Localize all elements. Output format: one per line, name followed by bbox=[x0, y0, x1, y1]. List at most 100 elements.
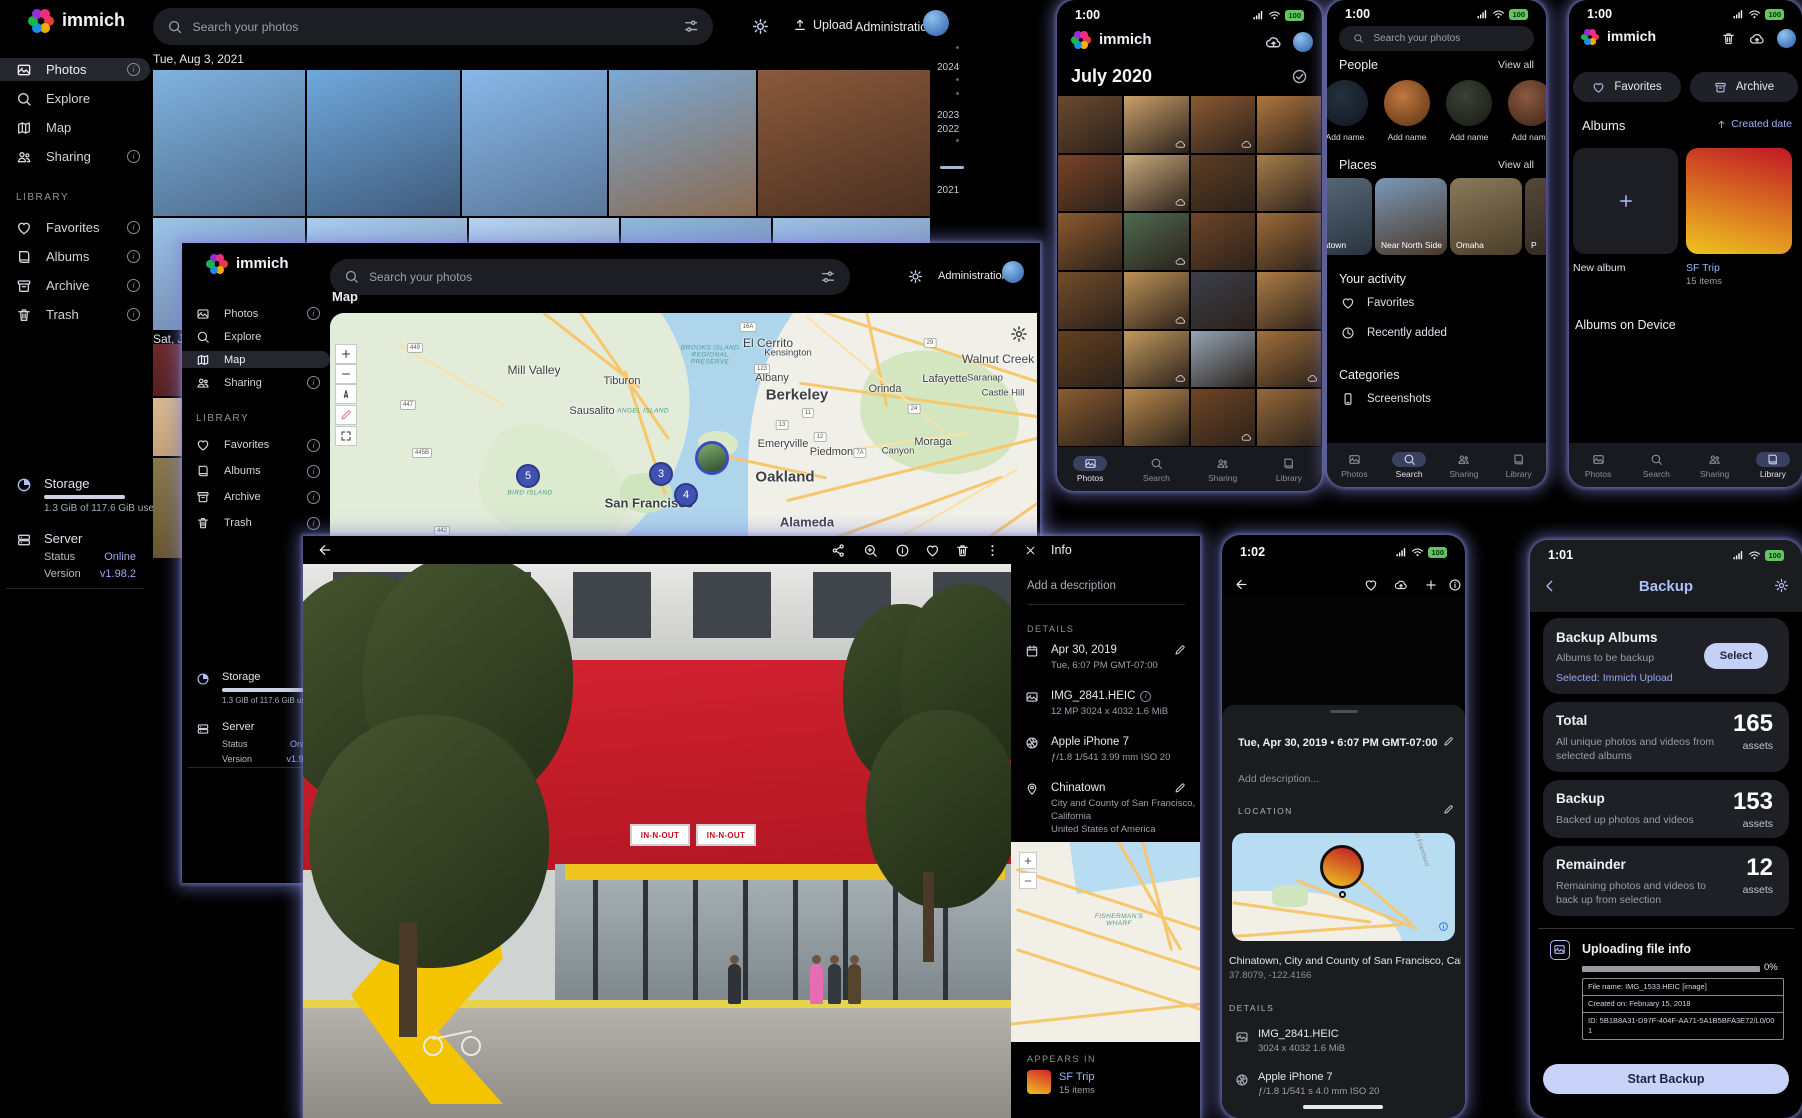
sync-cloud-icon[interactable] bbox=[1749, 31, 1765, 47]
photo-grid-cell[interactable] bbox=[1124, 389, 1188, 446]
sidebar-item-photos[interactable]: Photosi bbox=[182, 305, 330, 322]
activity-item-recent[interactable]: Recently added bbox=[1341, 326, 1447, 340]
nav-sharing[interactable]: Sharing bbox=[1686, 443, 1744, 487]
sidebar-item-albums[interactable]: Albumsi bbox=[0, 245, 150, 268]
person-face-avatar[interactable] bbox=[1384, 80, 1430, 126]
nav-search[interactable]: Search bbox=[1627, 443, 1685, 487]
place-tile[interactable]: P bbox=[1525, 178, 1546, 255]
person-face-avatar[interactable] bbox=[1508, 80, 1546, 126]
add-description-field[interactable]: Add a description bbox=[1027, 580, 1116, 592]
info-map-minus[interactable] bbox=[1019, 872, 1037, 889]
edit-pencil-icon[interactable] bbox=[1174, 644, 1186, 656]
add-name-label[interactable]: Add name bbox=[1327, 132, 1368, 142]
user-avatar[interactable] bbox=[1002, 261, 1024, 283]
photo-grid-cell[interactable] bbox=[1058, 389, 1122, 446]
select-all-check-icon[interactable] bbox=[1291, 68, 1308, 85]
photo-grid-cell[interactable] bbox=[1257, 96, 1321, 153]
sidebar-item-explore[interactable]: Explore bbox=[182, 328, 330, 345]
album-thumb[interactable] bbox=[1027, 1070, 1051, 1094]
nav-search[interactable]: Search bbox=[1382, 443, 1437, 487]
scrubber-handle[interactable] bbox=[940, 166, 964, 169]
dots-icon[interactable] bbox=[985, 543, 1000, 558]
settings-gear-icon[interactable] bbox=[1774, 578, 1789, 593]
map-fullscreen-button[interactable] bbox=[335, 426, 357, 446]
person-face-avatar[interactable] bbox=[1327, 80, 1368, 126]
trash-icon[interactable] bbox=[1721, 31, 1736, 46]
user-avatar[interactable] bbox=[1777, 29, 1796, 48]
user-avatar[interactable] bbox=[923, 10, 949, 36]
photo-grid-cell[interactable] bbox=[1124, 213, 1188, 270]
photo-grid-cell[interactable] bbox=[1191, 272, 1255, 329]
heart-icon[interactable] bbox=[1364, 578, 1378, 592]
photo-grid-cell[interactable] bbox=[1058, 331, 1122, 388]
photo-grid-cell[interactable] bbox=[1124, 272, 1188, 329]
photo-thumbnail[interactable] bbox=[609, 70, 756, 216]
sidebar-item-photos[interactable]: Photosi bbox=[0, 58, 150, 81]
theme-toggle-sun-icon[interactable] bbox=[752, 18, 769, 35]
photo-thumbnail[interactable] bbox=[462, 70, 607, 216]
photo-grid-cell[interactable] bbox=[1058, 155, 1122, 212]
album-name-link[interactable]: SF Trip bbox=[1059, 1071, 1094, 1083]
user-avatar[interactable] bbox=[1293, 32, 1313, 52]
info-icon[interactable] bbox=[1448, 578, 1462, 592]
edit-pencil-icon[interactable] bbox=[1174, 782, 1186, 794]
photo-grid-cell[interactable] bbox=[1191, 213, 1255, 270]
filter-sliders-icon[interactable] bbox=[683, 18, 699, 34]
trash-icon[interactable] bbox=[955, 543, 970, 558]
sidebar-item-albums[interactable]: Albumsi bbox=[182, 461, 330, 481]
administration-link[interactable]: Administration bbox=[938, 270, 1008, 282]
new-album-tile[interactable] bbox=[1573, 148, 1678, 254]
photo-grid-cell[interactable] bbox=[1124, 331, 1188, 388]
photo-grid-cell[interactable] bbox=[1058, 96, 1122, 153]
photo-grid-cell[interactable] bbox=[1058, 213, 1122, 270]
map-compass-button[interactable] bbox=[335, 384, 357, 404]
photo-grid-cell[interactable] bbox=[1058, 272, 1122, 329]
photo-grid-cell[interactable] bbox=[1257, 155, 1321, 212]
theme-toggle-sun-icon[interactable] bbox=[908, 269, 923, 284]
sidebar-item-favorites[interactable]: Favoritesi bbox=[0, 216, 150, 239]
sort-created-date[interactable]: Created date bbox=[1716, 118, 1792, 130]
photo-grid-cell[interactable] bbox=[1257, 331, 1321, 388]
nav-photos[interactable]: Photos bbox=[1057, 447, 1123, 491]
album-tile-sftrip[interactable] bbox=[1686, 148, 1792, 254]
back-icon[interactable] bbox=[1234, 577, 1249, 592]
map-settings-gear-icon[interactable] bbox=[1010, 325, 1028, 343]
nav-search[interactable]: Search bbox=[1123, 447, 1189, 491]
sheet-drag-handle[interactable] bbox=[1330, 710, 1358, 713]
photo-grid-cell[interactable] bbox=[1191, 96, 1255, 153]
photo-grid-cell[interactable] bbox=[1191, 389, 1255, 446]
nav-sharing[interactable]: Sharing bbox=[1190, 447, 1256, 491]
nav-library[interactable]: Library bbox=[1256, 447, 1322, 491]
search-input[interactable]: Search your photos bbox=[330, 259, 850, 295]
location-map[interactable]: San Francisco bbox=[1232, 833, 1455, 941]
map-cluster-marker[interactable]: 4 bbox=[674, 483, 698, 507]
sidebar-item-map[interactable]: Map bbox=[0, 116, 150, 139]
add-name-label[interactable]: Add name bbox=[1508, 132, 1546, 142]
photo-thumbnail[interactable] bbox=[153, 70, 305, 216]
people-view-all[interactable]: View all bbox=[1498, 59, 1534, 71]
add-name-label[interactable]: Add name bbox=[1446, 132, 1492, 142]
close-icon[interactable] bbox=[1024, 544, 1037, 557]
sidebar-item-trash[interactable]: Trashi bbox=[182, 513, 330, 533]
photo-grid-cell[interactable] bbox=[1257, 213, 1321, 270]
places-view-all[interactable]: View all bbox=[1498, 159, 1534, 171]
place-tile[interactable]: Chinatown bbox=[1327, 178, 1372, 255]
photo-grid-cell[interactable] bbox=[1257, 389, 1321, 446]
map-minus-button[interactable] bbox=[335, 364, 357, 384]
select-button[interactable]: Select bbox=[1704, 643, 1768, 669]
photo-grid-cell[interactable] bbox=[1257, 272, 1321, 329]
map-cluster-marker[interactable]: 5 bbox=[516, 464, 540, 488]
map-draw-button[interactable] bbox=[335, 405, 357, 425]
photo-grid-cell[interactable] bbox=[1191, 155, 1255, 212]
photo-thumbnail[interactable] bbox=[758, 70, 930, 216]
archive-button[interactable]: Archive bbox=[1690, 72, 1798, 102]
nav-photos[interactable]: Photos bbox=[1569, 443, 1627, 487]
photo-thumbnail[interactable] bbox=[307, 70, 460, 216]
map-photo-marker[interactable] bbox=[695, 441, 729, 475]
zoomin-icon[interactable] bbox=[863, 543, 878, 558]
add-name-label[interactable]: Add name bbox=[1384, 132, 1430, 142]
sidebar-item-archive[interactable]: Archivei bbox=[182, 487, 330, 507]
add-description-field[interactable]: Add description... bbox=[1238, 773, 1319, 785]
edit-pencil-icon[interactable] bbox=[1443, 736, 1454, 747]
sidebar-item-sharing[interactable]: Sharingi bbox=[0, 145, 150, 168]
